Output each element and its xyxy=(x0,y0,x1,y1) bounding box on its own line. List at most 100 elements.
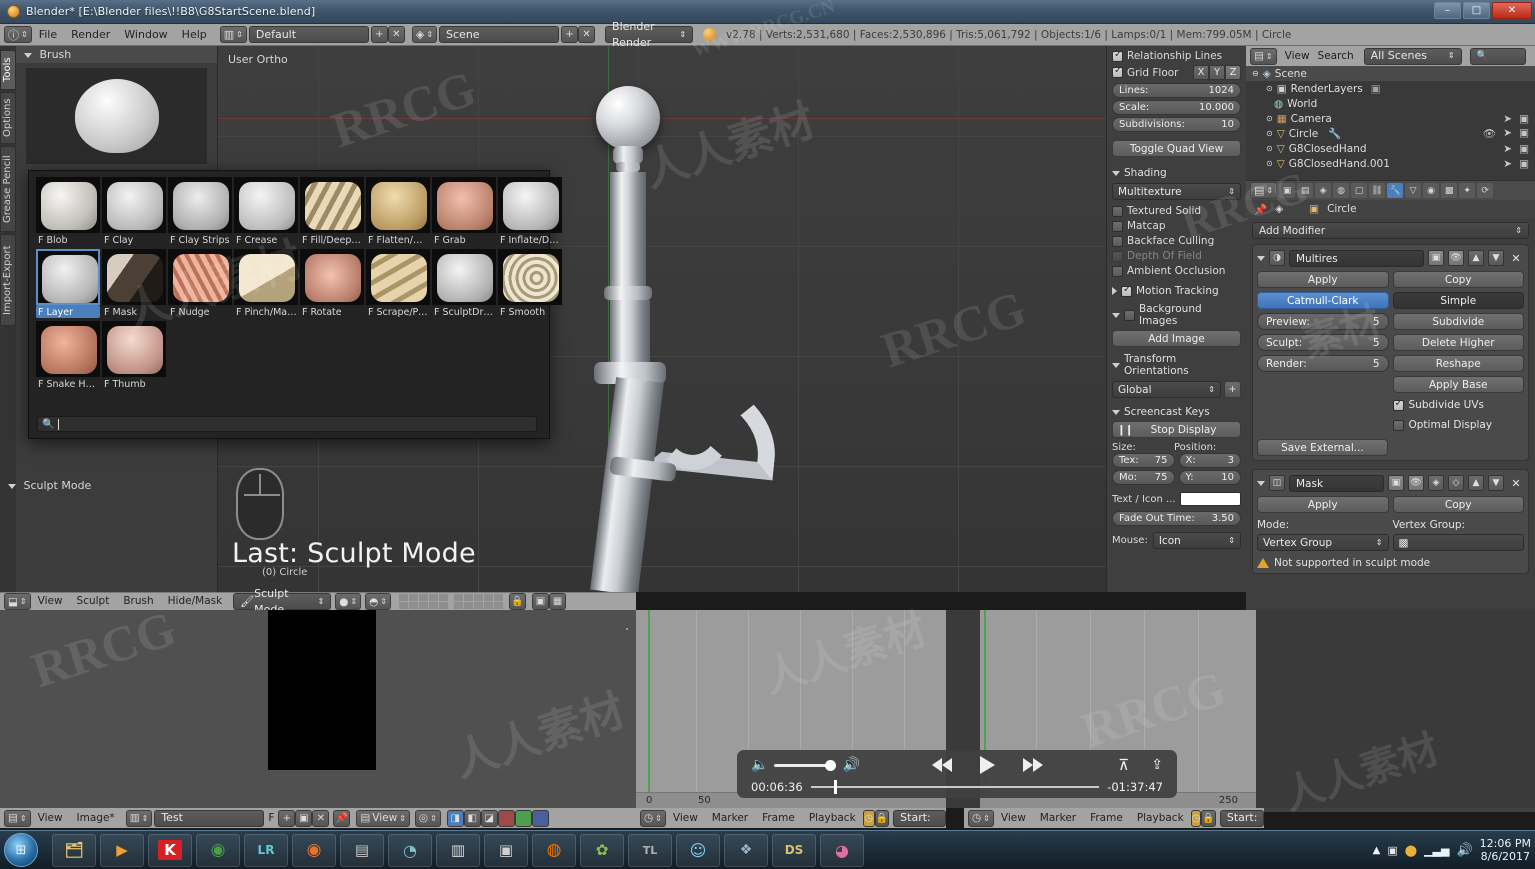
preview-level-field[interactable]: Preview: 5 xyxy=(1257,313,1389,330)
taskbar-item-unknown-green[interactable]: ✿ xyxy=(580,833,624,867)
data-tab-icon[interactable]: ▽ xyxy=(1405,183,1422,198)
subdivide-uvs-row[interactable]: Subdivide UVs xyxy=(1392,397,1525,413)
relationship-lines-checkbox[interactable] xyxy=(1112,49,1123,62)
world-tab-icon[interactable]: ◍ xyxy=(1333,183,1350,198)
stop-display-button[interactable]: ❙❙ Stop Display xyxy=(1112,421,1241,438)
render-icon[interactable]: ▣ xyxy=(1519,143,1529,155)
modifier-name-field[interactable]: Multires xyxy=(1289,249,1424,267)
text-icon-color-field[interactable] xyxy=(1179,492,1241,506)
axis-x-toggle[interactable]: X xyxy=(1193,65,1209,80)
optimal-display-checkbox[interactable] xyxy=(1392,419,1404,431)
outliner-menu-search[interactable]: Search xyxy=(1318,50,1354,62)
multires-apply-button[interactable]: Apply xyxy=(1257,271,1389,288)
display-channels-color-button[interactable]: ◨ xyxy=(446,809,464,827)
tl2-start-frame-field[interactable]: Start: xyxy=(1219,809,1265,827)
scene-browse-icon[interactable]: ◈ ⇕ xyxy=(411,26,438,43)
forward-icon[interactable] xyxy=(1022,758,1043,772)
render-icon[interactable]: ▣ xyxy=(1519,127,1529,140)
shading-mode-select[interactable]: Multitexture ⇕ xyxy=(1112,183,1241,200)
pin-image-button[interactable]: 📌 xyxy=(333,809,351,827)
tl1-menu-frame[interactable]: Frame xyxy=(755,810,802,827)
outliner-row-world[interactable]: ◍ World xyxy=(1246,96,1535,111)
volume-icon[interactable]: 🔊 xyxy=(1456,843,1472,858)
particles-tab-icon[interactable]: ✦ xyxy=(1459,183,1476,198)
image-pivot-select[interactable]: ◎ ⇕ xyxy=(414,809,441,827)
tl2-menu-playback[interactable]: Playback xyxy=(1130,810,1191,827)
background-images-section-header[interactable]: Background Images xyxy=(1112,303,1241,327)
tl2-lock-button[interactable]: 🔒 xyxy=(1201,809,1216,827)
add-image-button[interactable]: Add Image xyxy=(1112,330,1241,347)
show-hidden-icons-icon[interactable]: ▲ xyxy=(1373,845,1381,856)
timeline-editor-type-2[interactable]: ◷ ⇕ xyxy=(968,809,994,827)
active-brush-preview[interactable] xyxy=(26,68,207,164)
tab-grease-pencil[interactable]: Grease Pencil xyxy=(0,146,16,232)
cursor-icon[interactable]: ➤ xyxy=(1503,127,1512,140)
brush-item-f-clay-strips[interactable]: F Clay Strips xyxy=(168,177,232,246)
brush-item-f-nudge[interactable]: F Nudge xyxy=(168,249,232,318)
material-tab-icon[interactable]: ◉ xyxy=(1423,183,1440,198)
brush-item-f-clay[interactable]: F Clay xyxy=(102,177,166,246)
simple-button[interactable]: Simple xyxy=(1392,292,1524,309)
channel-blue-button[interactable] xyxy=(531,809,549,827)
properties-editor-type[interactable]: ▤ ⇕ xyxy=(1250,182,1278,199)
axis-y-toggle[interactable]: Y xyxy=(1209,65,1225,80)
brush-item-f-rotate[interactable]: F Rotate xyxy=(300,249,364,318)
menu-window[interactable]: Window xyxy=(117,26,174,43)
mask-apply-button[interactable]: Apply xyxy=(1257,496,1389,513)
airplay-icon[interactable]: ⊼ xyxy=(1118,756,1129,774)
tl2-auto-keyframe-button[interactable]: ◷ xyxy=(1190,809,1202,827)
taskbar-item-reader[interactable]: ▥ xyxy=(436,833,480,867)
image-menu-image[interactable]: Image* xyxy=(70,810,122,827)
brush-search-input[interactable]: 🔍 xyxy=(37,416,537,432)
render-layers-tab-icon[interactable]: ▤ xyxy=(1297,183,1314,198)
menu-file[interactable]: File xyxy=(32,26,64,43)
move-down-button[interactable]: ▼ xyxy=(1488,475,1504,491)
scene-name-field[interactable]: Scene xyxy=(439,26,560,43)
new-image-button[interactable]: + xyxy=(278,809,296,827)
brush-item-f-pinch[interactable]: F Pinch/Mag... xyxy=(234,249,298,318)
volume-slider[interactable] xyxy=(774,759,837,771)
tl1-menu-marker[interactable]: Marker xyxy=(705,810,755,827)
unlink-image-button[interactable]: ✕ xyxy=(312,809,330,827)
modifiers-tab-icon[interactable]: 🔧 xyxy=(1387,183,1404,198)
add-layout-button[interactable]: + xyxy=(370,26,388,43)
seek-bar[interactable] xyxy=(810,780,1100,794)
brush-item-f-inflate[interactable]: F Inflate/Defl xyxy=(498,177,562,246)
taskbar-item-chrome[interactable]: ◉ xyxy=(196,833,240,867)
close-icon[interactable]: ✕ xyxy=(1508,252,1524,265)
render-icon[interactable]: ▣ xyxy=(1519,113,1529,125)
security-icon[interactable]: ▣ xyxy=(1387,844,1397,857)
mouse-display-select[interactable]: Icon ⇕ xyxy=(1152,532,1241,549)
network-icon[interactable]: ▁▃▅ xyxy=(1424,844,1449,857)
brush-item-f-flatten[interactable]: F Flatten/Co... xyxy=(366,177,430,246)
taskbar-item-analytics[interactable]: ◔ xyxy=(388,833,432,867)
sculpt-mode-panel-header[interactable]: Sculpt Mode xyxy=(8,479,91,492)
close-button[interactable]: ✕ xyxy=(1492,2,1532,19)
delete-higher-button[interactable]: Delete Higher xyxy=(1392,334,1524,351)
cage-toggle[interactable]: ◇ xyxy=(1448,475,1464,491)
pivot-point-select[interactable]: ◓ ⇕ xyxy=(365,593,391,610)
mouse-size-field[interactable]: Mo: 75 xyxy=(1112,470,1175,485)
taskbar-item-notepad[interactable]: ▤ xyxy=(340,833,384,867)
render-level-field[interactable]: Render: 5 xyxy=(1257,355,1389,372)
render-visibility-toggle[interactable]: ▣ xyxy=(1388,475,1404,491)
add-orientation-button[interactable]: + xyxy=(1224,381,1241,398)
image-name-field[interactable]: Test xyxy=(154,809,265,827)
add-scene-button[interactable]: + xyxy=(561,26,579,43)
physics-tab-icon[interactable]: ⟳ xyxy=(1477,183,1494,198)
taskbar-item-firefox[interactable]: ◉ xyxy=(292,833,336,867)
expand-icon[interactable]: ⊙ xyxy=(1266,114,1273,123)
object-tab-icon[interactable]: ▢ xyxy=(1351,183,1368,198)
render-engine-select[interactable]: Blender Render ⇕ xyxy=(605,20,694,49)
screencast-keys-header[interactable]: Screencast Keys xyxy=(1112,406,1241,418)
brush-item-f-sculptdraw[interactable]: F SculptDraw xyxy=(432,249,496,318)
mask-mode-select[interactable]: Vertex Group ⇕ xyxy=(1257,534,1389,551)
rewind-icon[interactable] xyxy=(931,758,952,772)
move-up-button[interactable]: ▲ xyxy=(1468,250,1484,266)
move-up-button[interactable]: ▲ xyxy=(1468,475,1484,491)
ambient-occlusion-row[interactable]: Ambient Occlusion xyxy=(1112,265,1241,277)
brush-item-f-crease[interactable]: F Crease xyxy=(234,177,298,246)
cursor-icon[interactable]: ➤ xyxy=(1503,113,1512,125)
save-external-button[interactable]: Save External... xyxy=(1257,439,1388,456)
taskbar-item-kmplayer[interactable]: K xyxy=(148,833,192,867)
